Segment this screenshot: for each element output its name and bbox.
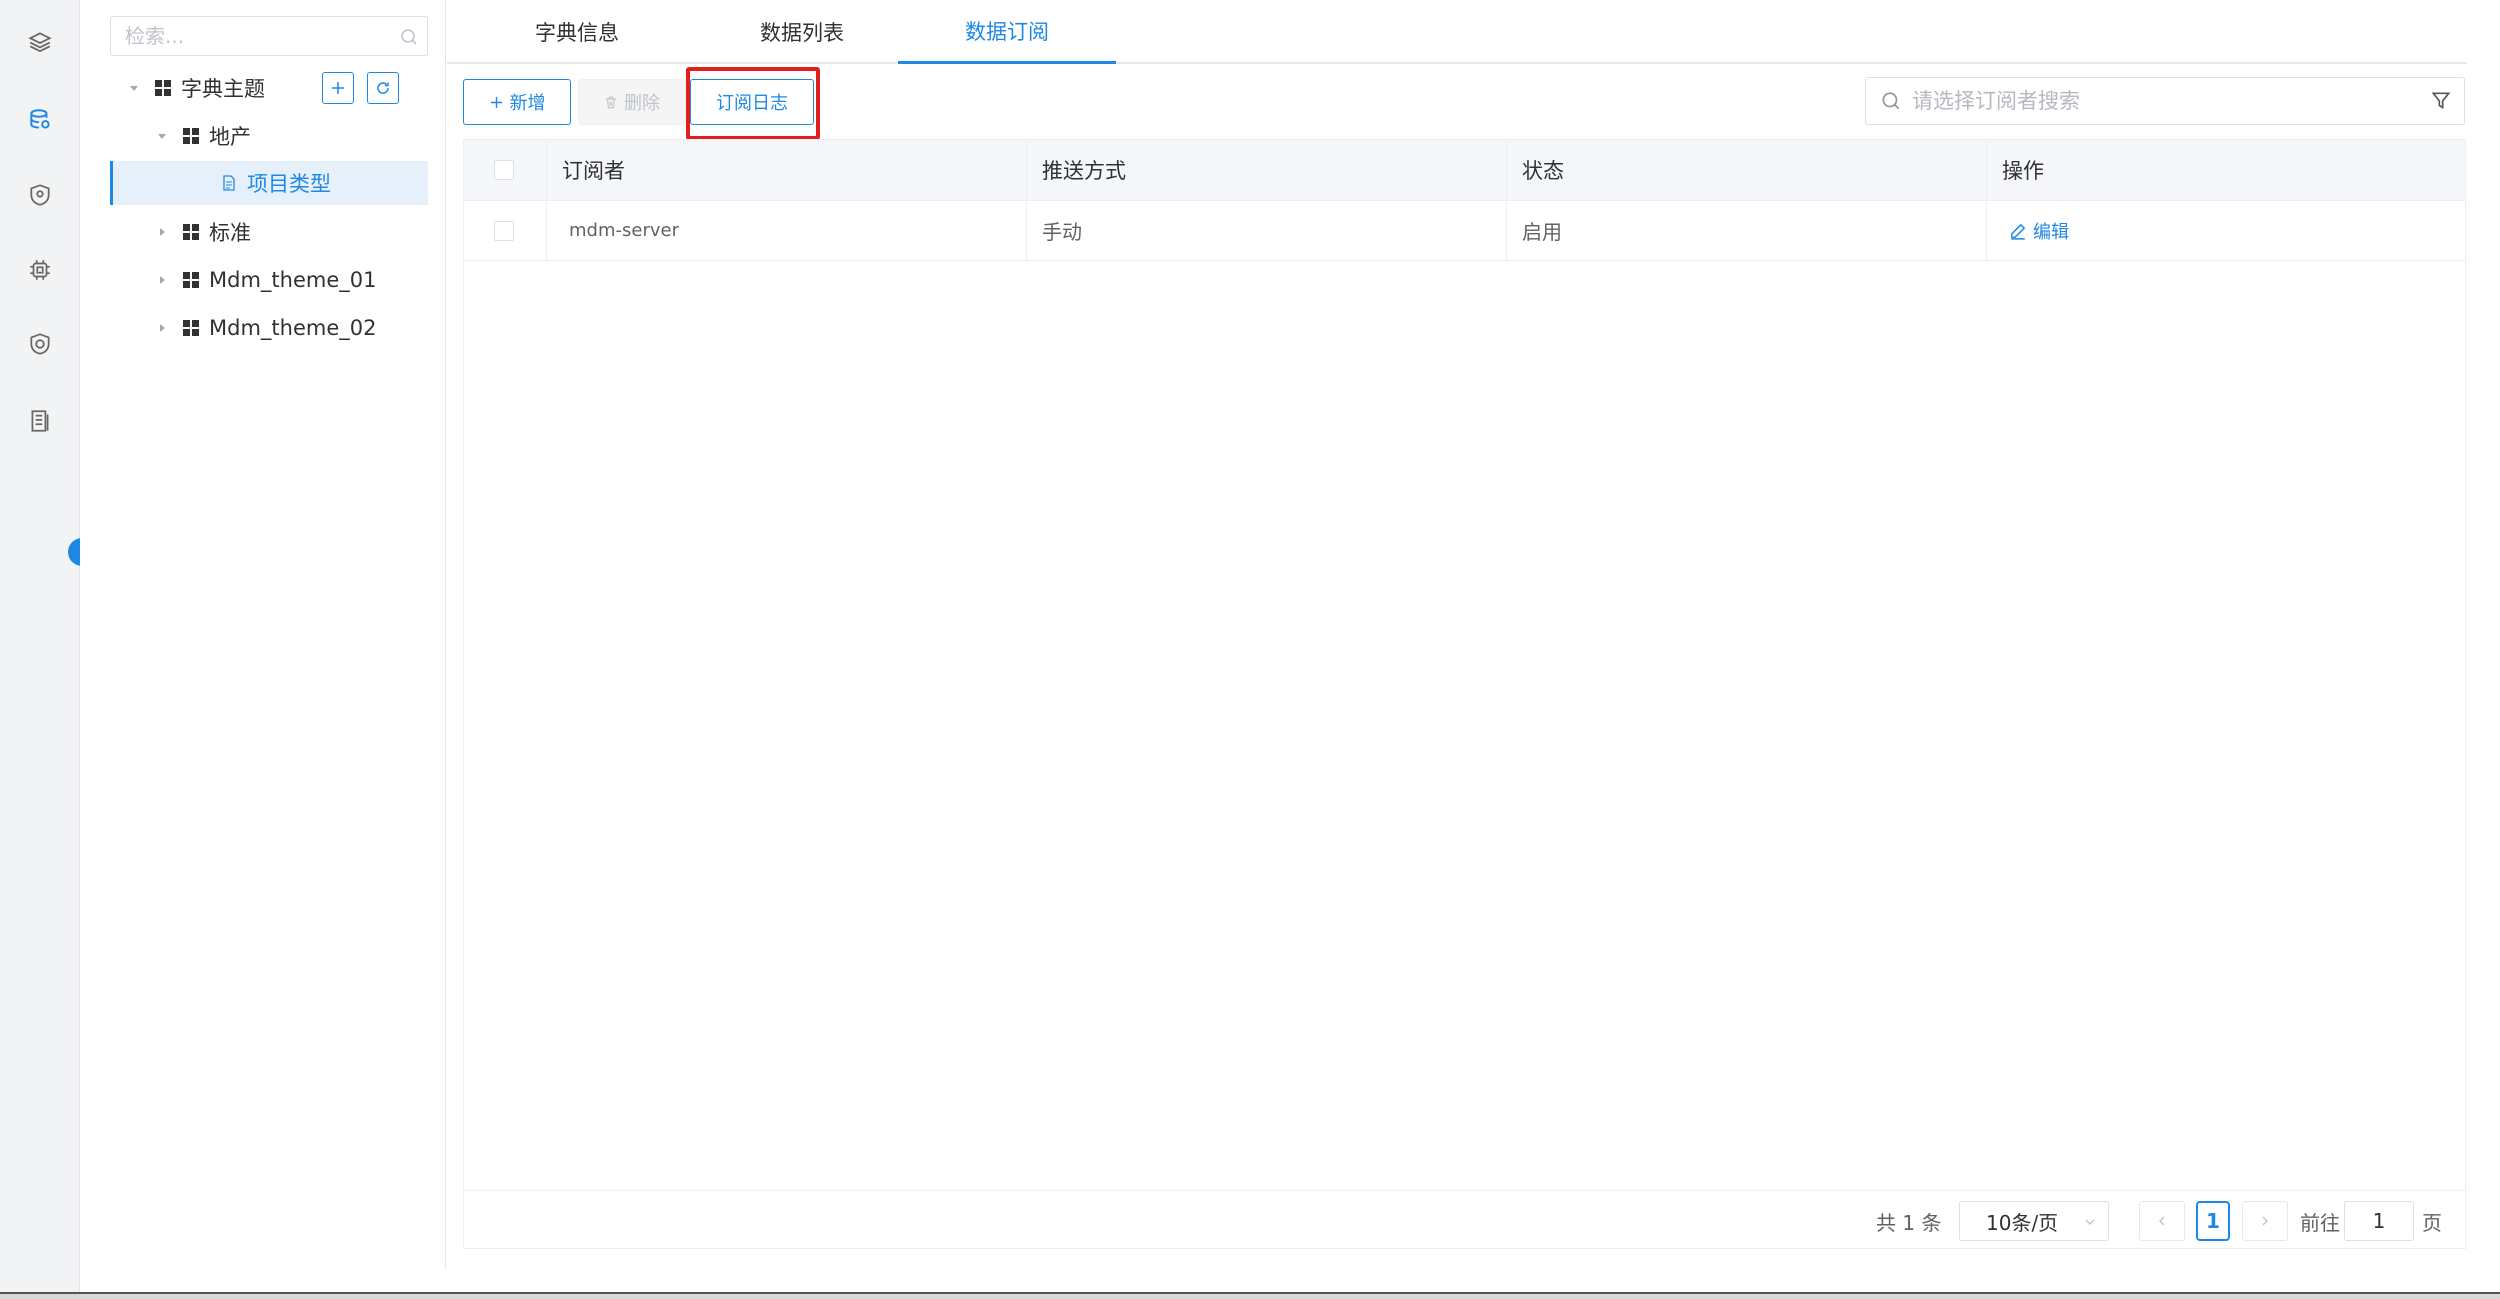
refresh-icon	[377, 82, 389, 94]
bottom-strip	[0, 1292, 2500, 1299]
header-actions: 操作	[2002, 159, 2044, 183]
tree-node-real-estate[interactable]: 地产	[153, 114, 251, 158]
status-cell: 启用	[1507, 201, 1987, 260]
tree-node-theme-02[interactable]: Mdm_theme_02	[153, 306, 376, 350]
tab-bar: 字典信息 数据列表 数据订阅	[447, 0, 2467, 64]
tree-node-theme-01[interactable]: Mdm_theme_01	[153, 258, 376, 302]
actions-cell: 编辑	[1987, 201, 2465, 260]
add-node-button[interactable]	[322, 72, 354, 104]
grid-icon	[183, 224, 199, 240]
trash-icon	[605, 96, 617, 108]
tab-data-subscription[interactable]: 数据订阅	[898, 0, 1116, 64]
header-push-mode: 推送方式	[1027, 140, 1507, 200]
tree-node-label: 标准	[209, 221, 251, 245]
page-size-select[interactable]: 10条/页	[1959, 1201, 2109, 1241]
search-icon	[401, 29, 417, 45]
prev-page-button[interactable]	[2139, 1201, 2185, 1241]
edit-label: 编辑	[2033, 221, 2069, 243]
tree-node-standard[interactable]: 标准	[153, 210, 251, 254]
search-icon	[1882, 92, 1900, 110]
subscriber-link[interactable]: mdm-server	[547, 201, 1027, 260]
add-button-label: 新增	[509, 93, 546, 114]
main-content: 字典信息 数据列表 数据订阅 新增 删除 订阅日志 订阅者 推送方式 状态 操作	[447, 0, 2500, 1292]
caret-down-icon[interactable]	[125, 79, 143, 97]
header-subscriber: 订阅者	[547, 140, 1027, 200]
caret-right-icon[interactable]	[153, 223, 171, 241]
total-count: 共 1 条	[1876, 1210, 1942, 1235]
pagination: 共 1 条 10条/页 1 前往 页	[464, 1190, 2465, 1249]
grid-icon	[155, 80, 171, 96]
grid-icon	[183, 128, 199, 144]
delete-button-label: 删除	[624, 93, 660, 114]
row-select[interactable]	[464, 201, 547, 260]
goto-page-input[interactable]	[2345, 1202, 2413, 1240]
document-list-icon[interactable]	[24, 405, 56, 437]
chevron-down-icon	[2085, 1219, 2095, 1225]
shield-location-icon[interactable]	[24, 179, 56, 211]
page-size-value: 10条/页	[1986, 1210, 2059, 1235]
chip-icon[interactable]	[24, 254, 56, 286]
tree-node-project-type[interactable]: 项目类型	[110, 161, 428, 205]
tree-node-label: Mdm_theme_02	[209, 316, 377, 340]
page-number-1[interactable]: 1	[2196, 1201, 2230, 1241]
push-mode-cell: 手动	[1027, 201, 1507, 260]
subscription-table: 订阅者 推送方式 状态 操作 mdm-server 手动 启用 编辑 共 1 条	[463, 139, 2466, 1249]
plus-icon	[490, 96, 502, 108]
chevron-left-icon	[2159, 1216, 2165, 1226]
caret-right-icon[interactable]	[153, 271, 171, 289]
chevron-right-icon	[2262, 1216, 2268, 1226]
icon-rail	[0, 0, 80, 1292]
tree-search-box[interactable]	[110, 16, 428, 56]
app-window: 字典主题 地产 项目类型 标准 Mdm_theme_01	[0, 0, 2500, 1292]
add-button[interactable]: 新增	[463, 79, 571, 125]
tree-panel: 字典主题 地产 项目类型 标准 Mdm_theme_01	[80, 0, 446, 1270]
subscriber-search-box[interactable]	[1865, 77, 2465, 125]
tab-dictionary-info[interactable]: 字典信息	[507, 0, 647, 64]
tree-node-label: 项目类型	[247, 172, 331, 196]
grid-icon	[183, 272, 199, 288]
shield-icon[interactable]	[24, 328, 56, 360]
table-row: mdm-server 手动 启用 编辑	[464, 201, 2465, 261]
edit-button[interactable]: 编辑	[2009, 218, 2069, 244]
layers-icon[interactable]	[24, 26, 56, 58]
header-status: 状态	[1507, 140, 1987, 200]
database-icon[interactable]	[24, 104, 56, 136]
highlight-box	[686, 67, 820, 140]
tree-node-label: 地产	[209, 125, 251, 149]
goto-label: 前往	[2300, 1210, 2340, 1235]
refresh-tree-button[interactable]	[367, 72, 399, 104]
caret-down-icon[interactable]	[153, 127, 171, 145]
tree-node-root[interactable]: 字典主题	[125, 66, 265, 110]
header-select-all[interactable]	[464, 140, 547, 200]
subscriber-search-input[interactable]	[1866, 78, 2464, 124]
edit-icon	[2011, 223, 2026, 240]
filter-icon[interactable]	[2430, 90, 2452, 112]
grid-icon	[183, 320, 199, 336]
caret-right-icon[interactable]	[153, 319, 171, 337]
table-header: 订阅者 推送方式 状态 操作	[464, 140, 2465, 201]
tree-search-input[interactable]	[111, 17, 427, 55]
row-checkbox[interactable]	[494, 220, 514, 241]
tree-node-label: 字典主题	[181, 77, 265, 101]
delete-button[interactable]: 删除	[578, 79, 686, 125]
tree-node-label: Mdm_theme_01	[209, 268, 377, 292]
goto-page-field[interactable]	[2344, 1201, 2414, 1241]
select-all-checkbox[interactable]	[494, 160, 514, 180]
next-page-button[interactable]	[2242, 1201, 2288, 1241]
document-icon	[223, 175, 235, 191]
tab-data-list[interactable]: 数据列表	[717, 0, 887, 64]
plus-icon	[332, 82, 344, 94]
page-suffix: 页	[2422, 1210, 2442, 1235]
